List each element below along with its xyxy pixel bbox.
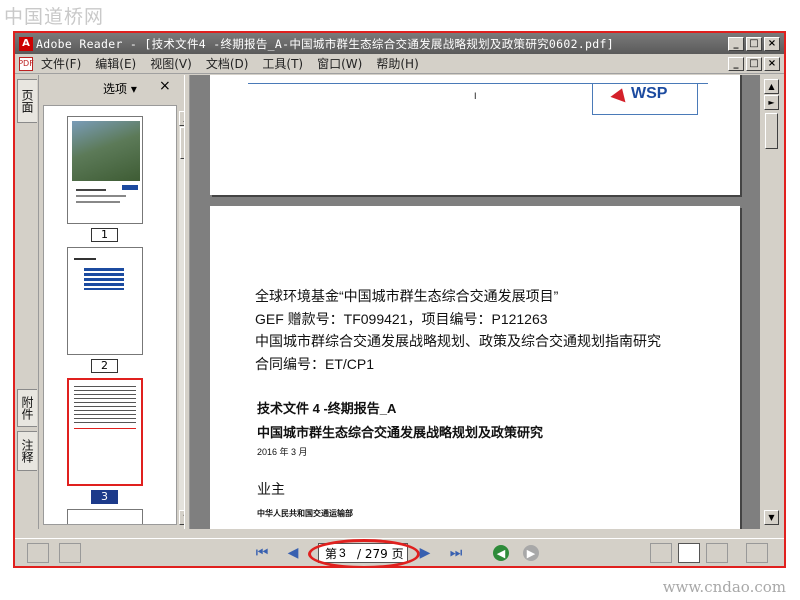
panel-close-button[interactable]: ×: [159, 78, 171, 94]
close-button[interactable]: ×: [764, 36, 780, 51]
thumbnail-page-number-1: 1: [91, 228, 118, 242]
document-view: I WSP 全球环境基金“中国城市群生态综合交通发展项目” GEF 赠款号：TF…: [190, 75, 760, 529]
status-bar: ⏮ ◀ 第 / 279 页 ▶ ⏭ ◀ ▶: [15, 538, 784, 566]
single-page-layout-icon[interactable]: [650, 543, 672, 563]
split-toggle-icon[interactable]: ►: [764, 95, 779, 110]
page-thumbnail-4[interactable]: [67, 509, 143, 524]
options-dropdown[interactable]: 选项 ▾: [103, 80, 137, 97]
page-total: / 279 页: [357, 546, 404, 561]
doc-minimize-button[interactable]: _: [728, 56, 744, 71]
continuous-layout-icon[interactable]: [678, 543, 700, 563]
contract-line: 合同编号：ET/CP1: [255, 356, 375, 372]
facing-layout-icon[interactable]: [706, 543, 728, 563]
current-page-input[interactable]: [339, 546, 356, 560]
doc-title: 技术文件 4 -终期报告_A: [257, 401, 397, 416]
adobe-reader-icon: A: [19, 36, 33, 51]
previous-page-icon[interactable]: ◀: [283, 543, 303, 563]
doc-scroll-thumb[interactable]: [765, 113, 778, 149]
next-page-icon[interactable]: ▶: [415, 543, 435, 563]
page-thumbnail-3[interactable]: [67, 378, 143, 486]
minimize-button[interactable]: _: [728, 36, 744, 51]
document-scrollbar[interactable]: ▲ ► ▼: [760, 75, 784, 529]
page-thumbnail-2[interactable]: [67, 247, 143, 355]
pdf-document-icon[interactable]: PDF: [18, 56, 34, 71]
tab-attachments[interactable]: 附件: [17, 389, 37, 427]
doc-close-button[interactable]: ×: [764, 56, 780, 71]
page-prefix: 第: [325, 546, 338, 561]
thumbnail-page-number-3: 3: [91, 490, 118, 504]
page-marker: I: [474, 91, 477, 101]
menu-help[interactable]: 帮助(H): [376, 55, 418, 72]
study-line: 中国城市群综合交通发展战略规划、政策及综合交通规划指南研究: [255, 333, 661, 349]
pdf-page-top: I WSP: [210, 75, 740, 195]
pdf-page-current: 全球环境基金“中国城市群生态综合交通发展项目” GEF 赠款号：TF099421…: [210, 206, 740, 529]
menu-view[interactable]: 视图(V): [150, 55, 192, 72]
first-page-icon[interactable]: ⏮: [252, 543, 272, 563]
owner-name: 中华人民共和国交通运输部: [257, 509, 353, 518]
thumbnail-panel: 选项 ▾ × 1 2 3 ▲: [39, 75, 194, 529]
tab-pages[interactable]: 页面: [17, 79, 37, 123]
title-bar: A Adobe Reader - [技术文件4 -终期报告_A-中国城市群生态综…: [15, 33, 784, 54]
doc-date: 2016 年 3 月: [257, 447, 308, 457]
menu-edit[interactable]: 编辑(E): [95, 55, 136, 72]
owner-label: 业主: [257, 481, 285, 497]
page-up-arrow-icon[interactable]: ▲: [764, 79, 779, 94]
page-down-arrow-icon[interactable]: ▼: [764, 510, 779, 525]
watermark-bottom: www.cndao.com: [662, 578, 786, 596]
menu-window[interactable]: 窗口(W): [317, 55, 362, 72]
maximize-button[interactable]: □: [746, 36, 762, 51]
thumbnail-list: 1 2 3: [43, 105, 177, 525]
gef-line: GEF 赠款号：TF099421，项目编号：P121263: [255, 311, 548, 327]
page-thumbnail-1[interactable]: [67, 116, 143, 224]
menu-bar: PDF 文件(F) 编辑(E) 视图(V) 文档(D) 工具(T) 窗口(W) …: [15, 54, 784, 74]
last-page-icon[interactable]: ⏭: [446, 543, 466, 563]
thumbnail-page-number-2: 2: [91, 359, 118, 373]
watermark-top: 中国道桥网: [4, 6, 105, 28]
page-options-icon[interactable]: [59, 543, 81, 563]
doc-subtitle: 中国城市群生态综合交通发展战略规划及政策研究: [257, 425, 544, 440]
go-forward-icon[interactable]: ▶: [523, 545, 539, 561]
single-page-view-icon[interactable]: [27, 543, 49, 563]
app-window: A Adobe Reader - [技术文件4 -终期报告_A-中国城市群生态综…: [13, 31, 786, 568]
navigation-tab-strip: 页面 附件 注释: [15, 75, 39, 529]
fund-line: 全球环境基金“中国城市群生态综合交通发展项目”: [255, 288, 559, 304]
menu-tools[interactable]: 工具(T): [262, 55, 303, 72]
tab-comments[interactable]: 注释: [17, 431, 37, 471]
page-navigator: 第 / 279 页: [318, 543, 408, 563]
menu-file[interactable]: 文件(F): [41, 55, 81, 72]
menu-document[interactable]: 文档(D): [206, 55, 249, 72]
window-title: Adobe Reader - [技术文件4 -终期报告_A-中国城市群生态综合交…: [36, 36, 614, 51]
doc-restore-button[interactable]: □: [746, 56, 762, 71]
go-back-icon[interactable]: ◀: [493, 545, 509, 561]
continuous-facing-layout-icon[interactable]: [746, 543, 768, 563]
